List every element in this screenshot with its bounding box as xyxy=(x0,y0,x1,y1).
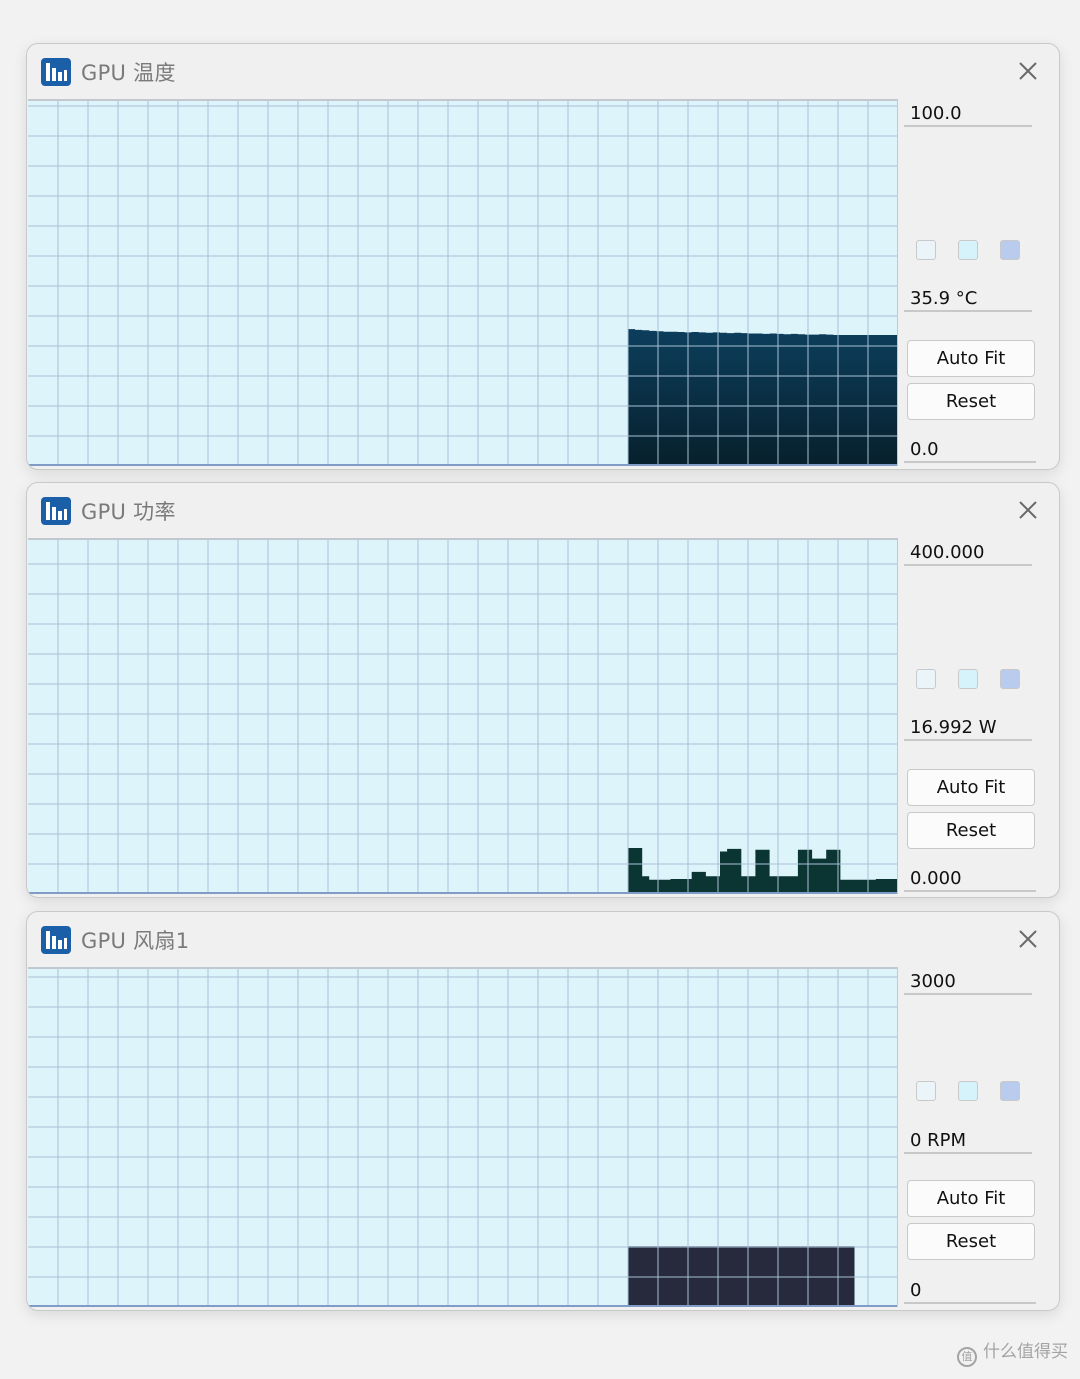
title-bar[interactable]: GPU 风扇1 xyxy=(27,912,1059,966)
reset-button[interactable]: Reset xyxy=(907,1223,1035,1260)
app-logo-icon xyxy=(41,58,71,86)
swatch-2[interactable] xyxy=(958,240,978,260)
graph-series-area xyxy=(628,329,897,466)
power-graph xyxy=(28,538,898,894)
gpu-temperature-window: GPU 温度 100.0 35.9 °C Auto Fit Reset 0.0 xyxy=(26,43,1060,470)
min-value-field[interactable]: 0 xyxy=(904,1278,1036,1304)
current-value-field: 16.992 W xyxy=(904,715,1032,741)
gpu-fan1-window: GPU 风扇1 3000 0 RPM Auto Fit Reset 0 xyxy=(26,911,1060,1311)
power-graph-canvas xyxy=(28,540,897,894)
swatch-2[interactable] xyxy=(958,1081,978,1101)
swatch-3[interactable] xyxy=(1000,669,1020,689)
auto-fit-button[interactable]: Auto Fit xyxy=(907,1180,1035,1217)
swatch-2[interactable] xyxy=(958,669,978,689)
max-value-field[interactable]: 3000 xyxy=(904,969,1032,995)
app-logo-icon xyxy=(41,926,71,954)
close-icon[interactable] xyxy=(1015,926,1041,952)
watermark-text: 什么值得买 xyxy=(983,1342,1068,1362)
min-value-field[interactable]: 0.0 xyxy=(904,437,1036,463)
fan-speed-graph xyxy=(28,967,898,1307)
graph-grid xyxy=(28,540,897,894)
swatch-3[interactable] xyxy=(1000,240,1020,260)
min-value-field[interactable]: 0.000 xyxy=(904,866,1036,892)
watermark-logo-icon: 值 xyxy=(957,1347,977,1367)
current-value-field: 35.9 °C xyxy=(904,286,1032,312)
current-value-field: 0 RPM xyxy=(904,1128,1032,1154)
auto-fit-button[interactable]: Auto Fit xyxy=(907,769,1035,806)
window-title: GPU 功率 xyxy=(81,500,176,524)
title-bar[interactable]: GPU 功率 xyxy=(27,483,1059,537)
temperature-graph xyxy=(28,99,898,466)
graph-series-area xyxy=(628,848,897,894)
swatch-3[interactable] xyxy=(1000,1081,1020,1101)
reset-button[interactable]: Reset xyxy=(907,383,1035,420)
title-bar[interactable]: GPU 温度 xyxy=(27,44,1059,98)
reset-button[interactable]: Reset xyxy=(907,812,1035,849)
max-value-field[interactable]: 400.000 xyxy=(904,540,1032,566)
temperature-graph-canvas xyxy=(28,101,897,466)
fan-speed-graph-canvas xyxy=(28,969,897,1307)
window-title: GPU 风扇1 xyxy=(81,929,190,953)
window-title: GPU 温度 xyxy=(81,61,176,85)
swatch-1[interactable] xyxy=(916,669,936,689)
close-icon[interactable] xyxy=(1015,497,1041,523)
app-logo-icon xyxy=(41,497,71,525)
watermark: 值什么值得买 xyxy=(957,1337,1068,1367)
close-icon[interactable] xyxy=(1015,58,1041,84)
gpu-power-window: GPU 功率 400.000 16.992 W Auto Fit Reset 0… xyxy=(26,482,1060,898)
max-value-field[interactable]: 100.0 xyxy=(904,101,1032,127)
swatch-1[interactable] xyxy=(916,1081,936,1101)
auto-fit-button[interactable]: Auto Fit xyxy=(907,340,1035,377)
swatch-1[interactable] xyxy=(916,240,936,260)
